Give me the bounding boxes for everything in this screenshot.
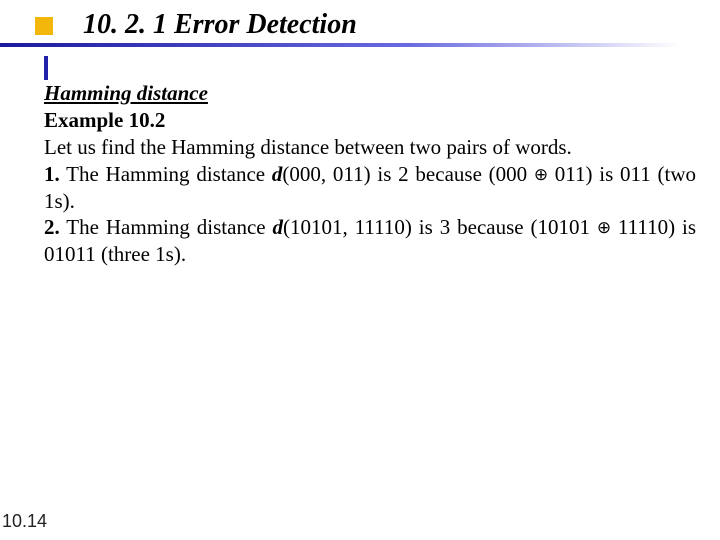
page-number: 10.14: [2, 511, 47, 532]
heading-row: 10. 2. 1 Error Detection: [0, 10, 720, 41]
item2-text-a: The Hamming distance: [60, 215, 273, 239]
heading-area: 10. 2. 1 Error Detection: [0, 10, 720, 47]
slide: 10. 2. 1 Error Detection Hamming distanc…: [0, 0, 720, 540]
item1-text-b: (000, 011) is 2 because (000: [282, 162, 534, 186]
item2-number: 2.: [44, 215, 60, 239]
xor-icon: ⊕: [534, 165, 548, 184]
item1-number: 1.: [44, 162, 60, 186]
item1-func: d: [272, 162, 283, 186]
item1-text-a: The Hamming distance: [60, 162, 272, 186]
item2-text-b: (10101, 11110) is 3 because (10101: [283, 215, 597, 239]
intro-line: Let us find the Hamming distance between…: [44, 135, 572, 159]
body-text: Hamming distance Example 10.2 Let us fin…: [44, 80, 696, 268]
xor-icon: ⊕: [597, 219, 611, 238]
bullet-square-icon: [35, 17, 53, 35]
item2-func: d: [273, 215, 284, 239]
slide-title: 10. 2. 1 Error Detection: [83, 10, 357, 41]
title-tick: [44, 56, 48, 80]
title-underline: [0, 43, 680, 47]
subheading: Hamming distance: [44, 80, 696, 107]
example-label: Example 10.2: [44, 107, 696, 134]
